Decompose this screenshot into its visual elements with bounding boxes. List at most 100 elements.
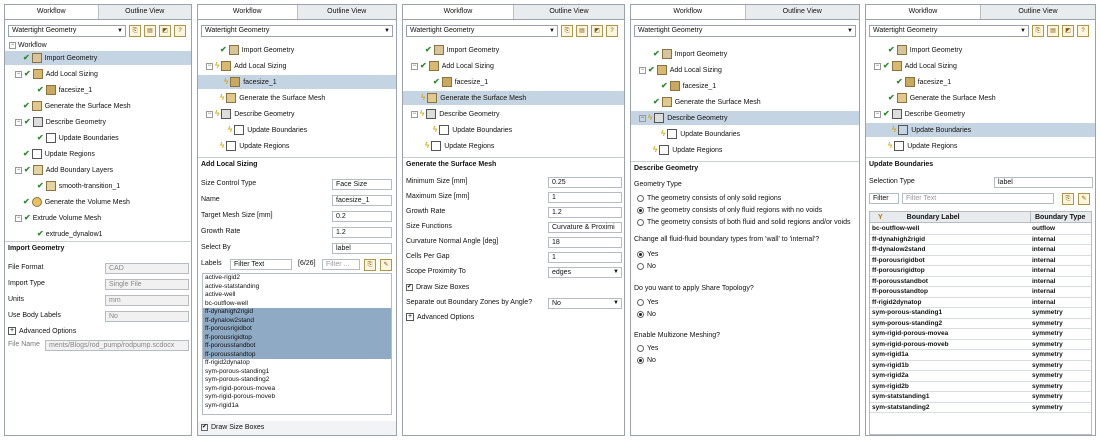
new-workflow-icon[interactable]: ⎘ [1032, 25, 1044, 37]
list-item[interactable]: ff-porousstandbot [203, 342, 391, 351]
collapse-icon[interactable]: − [639, 114, 646, 122]
col-boundary-type[interactable]: Boundary Type [1030, 212, 1091, 223]
table-row[interactable]: sym-porous-standing1 symmetry [870, 308, 1091, 319]
tree-generate-volume-mesh[interactable]: ✔ Generate the Volume Mesh [5, 195, 191, 209]
target-mesh-size-field[interactable]: 0.2 [332, 211, 392, 222]
save-workflow-icon[interactable]: ▤ [144, 25, 156, 37]
tree-generate-surface-mesh[interactable]: ϟ Generate the Surface Mesh [198, 91, 396, 105]
multizone-no[interactable]: No [631, 354, 859, 368]
tab-workflow[interactable]: Workflow [5, 5, 99, 19]
tree-generate-surface-mesh[interactable]: ✔ Generate the Surface Mesh [631, 95, 859, 109]
table-row[interactable]: sym-statstanding1 symmetry [870, 392, 1091, 403]
draw-size-boxes-toggle[interactable]: ✔ Draw Size Boxes [403, 281, 624, 295]
filter-clear-icon[interactable]: ✎ [380, 259, 392, 271]
table-row[interactable]: sym-rigid1b symmetry [870, 361, 1091, 372]
tree-update-boundaries[interactable]: ϟ Update Boundaries [631, 127, 859, 141]
tab-workflow[interactable]: Workflow [631, 5, 746, 19]
collapse-icon[interactable]: − [874, 110, 881, 118]
save-workflow-icon[interactable]: ▤ [1047, 25, 1059, 37]
tree-update-regions[interactable]: ϟ Update Regions [631, 143, 859, 157]
tree-smooth-transition[interactable]: ✔ smooth-transition_1 [5, 179, 191, 193]
boundary-type-cell[interactable]: internal [1032, 266, 1055, 277]
tree-add-local-sizing[interactable]: − ✔ Add Local Sizing [403, 59, 624, 73]
tree-add-local-sizing[interactable]: − ✔ Add Local Sizing [631, 63, 859, 77]
table-row[interactable]: sym-rigid1a symmetry [870, 350, 1091, 361]
boundary-type-cell[interactable]: symmetry [1032, 392, 1063, 403]
workflow-type-dropdown[interactable]: Watertight Geometry ▼ [201, 25, 393, 37]
boundary-type-cell[interactable]: internal [1032, 235, 1055, 246]
table-row[interactable]: ff-rigid2dynatop internal [870, 298, 1091, 308]
tree-extrude-dynalow[interactable]: ✔ extrude_dynalow1 [5, 227, 191, 241]
boundary-type-cell[interactable]: symmetry [1032, 329, 1063, 340]
tree-describe-geometry[interactable]: − ϟ Describe Geometry [631, 111, 859, 125]
tree-update-regions[interactable]: ϟ Update Regions [403, 139, 624, 153]
table-row[interactable]: sym-porous-standing2 symmetry [870, 319, 1091, 329]
list-item[interactable]: active-rigid2 [203, 274, 391, 283]
filter-button[interactable]: Filter [869, 193, 899, 204]
tree-update-boundaries[interactable]: ✔ Update Boundaries [5, 131, 191, 145]
tree-facesize[interactable]: ϟ facesize_1 [198, 75, 396, 89]
tab-workflow[interactable]: Workflow [403, 5, 514, 19]
boundary-type-cell[interactable]: symmetry [1032, 361, 1063, 372]
boundary-type-cell[interactable]: internal [1032, 287, 1055, 298]
table-row[interactable]: ff-porousrigidbot internal [870, 256, 1091, 266]
tree-update-regions[interactable]: ✔ Update Regions [5, 147, 191, 161]
boundary-type-cell[interactable]: symmetry [1032, 403, 1063, 414]
geometry-option-both[interactable]: The geometry consists of both fluid and … [631, 216, 859, 230]
tree-facesize[interactable]: ✔ facesize_1 [403, 75, 624, 89]
list-item[interactable]: sym-porous-standing1 [203, 368, 391, 377]
tree-update-regions[interactable]: ϟ Update Regions [198, 139, 396, 153]
filter-input[interactable]: Filter Text [902, 193, 1054, 204]
scope-proximity-dropdown[interactable]: edges ▼ [548, 267, 622, 278]
help-icon[interactable]: ? [606, 25, 618, 37]
help-icon[interactable]: ? [174, 25, 186, 37]
table-row[interactable]: sym-rigid-porous-moveb symmetry [870, 340, 1091, 350]
filter-clear-icon[interactable]: ✎ [1078, 193, 1090, 205]
advanced-options[interactable]: + Advanced Options [403, 311, 624, 325]
tree-import-geometry[interactable]: ✔ Import Geometry [5, 51, 191, 65]
tree-update-regions[interactable]: ϟ Update Regions [866, 139, 1095, 153]
import-type-dropdown[interactable]: Single File [105, 279, 189, 290]
collapse-icon[interactable]: − [15, 118, 22, 126]
boundary-type-cell[interactable]: internal [1032, 277, 1055, 288]
tree-describe-geometry[interactable]: − ϟ Describe Geometry [198, 107, 396, 121]
help-icon[interactable]: ? [1077, 25, 1089, 37]
table-row[interactable]: sym-rigid2a symmetry [870, 371, 1091, 382]
table-row[interactable]: bc-outflow-well outflow [870, 224, 1091, 235]
boundary-type-cell[interactable]: symmetry [1032, 382, 1063, 393]
tab-outline-view[interactable]: Outline View [98, 5, 191, 19]
maximum-size-field[interactable]: 1 [548, 192, 622, 203]
tree-import-geometry[interactable]: ✔ Import Geometry [198, 43, 396, 57]
workflow-type-dropdown[interactable]: Watertight Geometry ▼ [869, 25, 1029, 37]
list-item[interactable]: ff-porousstandtop [203, 350, 391, 359]
tree-update-boundaries[interactable]: ϟ Update Boundaries [866, 123, 1095, 137]
draw-size-boxes-toggle[interactable]: ✔ Draw Size Boxes [198, 421, 396, 435]
tree-generate-surface-mesh[interactable]: ✔ Generate the Surface Mesh [5, 99, 191, 113]
filter-apply-icon[interactable]: ⎘ [364, 259, 376, 271]
filter-text-dropdown[interactable]: Filter Text [230, 259, 292, 270]
name-field[interactable]: facesize_1 [332, 195, 392, 206]
collapse-icon[interactable]: − [206, 62, 213, 70]
cells-per-gap-field[interactable]: 1 [548, 252, 622, 263]
use-body-labels-dropdown[interactable]: No [105, 311, 189, 322]
units-dropdown[interactable]: mm [105, 295, 189, 306]
new-workflow-icon[interactable]: ⎘ [129, 25, 141, 37]
tree-add-local-sizing[interactable]: − ✔ Add Local Sizing [5, 67, 191, 81]
tree-facesize[interactable]: ✔ facesize_1 [631, 79, 859, 93]
boundary-type-cell[interactable]: internal [1032, 245, 1055, 256]
tab-workflow[interactable]: Workflow [198, 5, 298, 19]
growth-rate-field[interactable]: 1.2 [548, 207, 622, 218]
tree-describe-geometry[interactable]: − ✔ Describe Geometry [5, 115, 191, 129]
list-item[interactable]: sym-rigid1a [203, 402, 391, 411]
tree-describe-geometry[interactable]: − ✔ Describe Geometry [866, 107, 1095, 121]
tree-update-boundaries[interactable]: ϟ Update Boundaries [403, 123, 624, 137]
table-row[interactable]: sym-rigid-porous-movea symmetry [870, 329, 1091, 340]
collapse-icon[interactable]: − [15, 70, 22, 78]
tree-import-geometry[interactable]: ✔ Import Geometry [631, 47, 859, 61]
tree-facesize[interactable]: ✔ facesize_1 [866, 75, 1095, 89]
tab-outline-view[interactable]: Outline View [981, 5, 1095, 19]
labels-list[interactable]: active-rigid2 active-statstanding active-w… [202, 273, 392, 415]
tree-import-geometry[interactable]: ✔ Import Geometry [866, 43, 1095, 57]
tab-outline-view[interactable]: Outline View [745, 5, 859, 19]
collapse-icon[interactable]: − [15, 214, 22, 222]
